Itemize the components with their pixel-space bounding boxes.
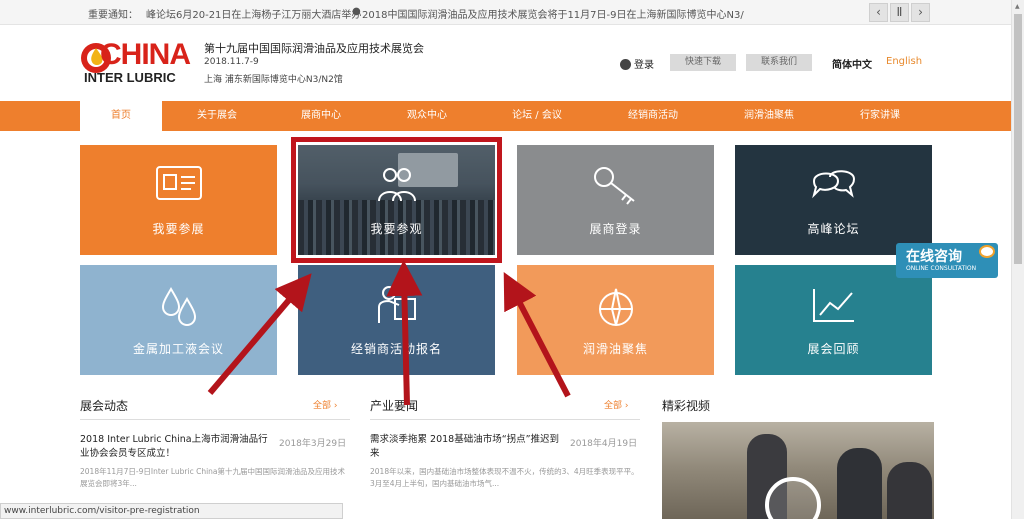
tile-label: 展会回顾: [807, 342, 860, 356]
tile-summit[interactable]: 高峰论坛: [735, 145, 932, 255]
news-headline[interactable]: 2018 Inter Lubric China上海市润滑油品行业协会会员专区成立…: [80, 433, 275, 461]
browser-status-bar: www.interlubric.com/visitor-pre-registra…: [0, 503, 343, 519]
ticker-label: 重要通知：: [88, 10, 138, 21]
tile-exhibit[interactable]: 我要参展: [80, 145, 277, 255]
videos-title: 精彩视频: [662, 399, 711, 413]
presenter-icon: [377, 286, 416, 323]
video-person: [887, 462, 932, 519]
expo-title: 第十九届中国国际润滑油品及应用技术展览会: [204, 42, 424, 55]
compass-icon: [598, 288, 633, 326]
industry-news-all-link[interactable]: 全部 ›: [604, 398, 628, 411]
trend-chart-icon: [812, 289, 854, 322]
drops-icon: [161, 287, 196, 327]
tile-label: 高峰论坛: [807, 222, 860, 236]
tile-label: 润滑油聚焦: [582, 342, 648, 356]
scroll-up-icon[interactable]: ▲: [1015, 3, 1020, 10]
news-summary: 2018年以来，国内基础油市场整体表现不温不火，传统的3、4月旺季表现平平。3月…: [370, 467, 639, 488]
nav-item-forum[interactable]: 论坛 / 会议: [492, 101, 582, 131]
tile-label: 我要参展: [152, 222, 205, 236]
ticker-item[interactable]: 峰论坛6月20-21日在上海杨子江万丽大酒店举办: [146, 6, 361, 21]
logo-sub-text: INTER LUBRIC: [84, 70, 176, 85]
tile-label: 经销商活动报名: [350, 342, 442, 356]
chat-title: 在线咨询: [906, 249, 962, 265]
nav-item-dealer[interactable]: 经销商活动: [608, 101, 698, 131]
news-date: 2018年3月29日: [279, 439, 347, 449]
play-icon[interactable]: [765, 477, 821, 519]
video-person: [837, 448, 882, 519]
industry-news-title: 产业要闻: [370, 399, 419, 413]
tile-metalworking[interactable]: 金属加工液会议: [80, 265, 277, 375]
nav-item-home[interactable]: 首页: [80, 101, 162, 131]
tile-review[interactable]: 展会回顾: [735, 265, 932, 375]
lang-chinese[interactable]: 简体中文: [832, 56, 872, 71]
lang-english[interactable]: English: [886, 56, 922, 67]
tile-label: 展商登录: [589, 222, 642, 236]
ticker-next-icon[interactable]: ›: [911, 3, 930, 22]
chat-bubbles-icon: [811, 170, 855, 199]
contact-button[interactable]: 联系我们: [746, 54, 812, 71]
user-icon: [620, 59, 631, 70]
news-headline[interactable]: 需求淡季拖累 2018基础油市场“拐点”推迟到来: [370, 433, 565, 461]
nav-item-visitor[interactable]: 观众中心: [382, 101, 472, 131]
featured-video[interactable]: [662, 422, 934, 519]
divider: [370, 419, 640, 420]
site-logo[interactable]: CHINA INTER LUBRIC: [80, 40, 191, 88]
ticker-pause-icon[interactable]: Ⅱ: [890, 3, 909, 22]
key-icon: [593, 167, 635, 205]
chat-bubble-icon: [979, 245, 995, 258]
nav-item-exhibitor[interactable]: 展商中心: [276, 101, 366, 131]
scrollbar-thumb[interactable]: [1014, 14, 1022, 264]
online-consultation-button[interactable]: 在线咨询 ONLINE CONSULTATION: [896, 243, 998, 278]
divider: [80, 419, 350, 420]
ticker-bullet: ●: [352, 6, 361, 17]
tile-label: 金属加工液会议: [132, 342, 224, 356]
logo-china-text: CHINA: [100, 38, 191, 71]
scrollbar[interactable]: ▲: [1011, 0, 1024, 519]
nav-item-about[interactable]: 关于展会: [172, 101, 262, 131]
expo-news-title: 展会动态: [80, 399, 129, 413]
nav-item-lecture[interactable]: 行家讲课: [835, 101, 925, 131]
ticker-item[interactable]: 2018中国国际润滑油品及应用技术展览会将于11月7日-9日在上海新国际博览中心…: [362, 6, 744, 21]
login-label: 登录: [634, 60, 654, 71]
news-summary: 2018年11月7日-9日Inter Lubric China第十九届中国国际润…: [80, 467, 346, 488]
tile-dealer-signup[interactable]: 经销商活动报名: [298, 265, 495, 375]
tile-exhibitor-login[interactable]: 展商登录: [517, 145, 714, 255]
ticker-prev-icon[interactable]: ‹: [869, 3, 888, 22]
expo-news-all-link[interactable]: 全部 ›: [313, 398, 337, 411]
download-button[interactable]: 快速下载: [670, 54, 736, 71]
main-nav: 首页 关于展会 展商中心 观众中心 论坛 / 会议 经销商活动 润滑油聚焦 行家…: [0, 101, 1011, 131]
news-date: 2018年4月19日: [570, 439, 638, 449]
notice-ticker: 重要通知： 峰论坛6月20-21日在上海杨子江万丽大酒店举办 ● 2018中国国…: [0, 0, 1011, 25]
expo-date: 2018.11.7-9: [204, 57, 259, 67]
chat-subtitle: ONLINE CONSULTATION: [906, 265, 977, 272]
expo-venue: 上海 浦东新国际博览中心N3/N2馆: [204, 75, 343, 85]
tile-lubricant-focus[interactable]: 润滑油聚焦: [517, 265, 714, 375]
id-card-icon: [155, 166, 202, 200]
login-link[interactable]: 登录: [620, 56, 654, 71]
nav-item-focus[interactable]: 润滑油聚焦: [724, 101, 814, 131]
highlight-box: [291, 137, 502, 263]
